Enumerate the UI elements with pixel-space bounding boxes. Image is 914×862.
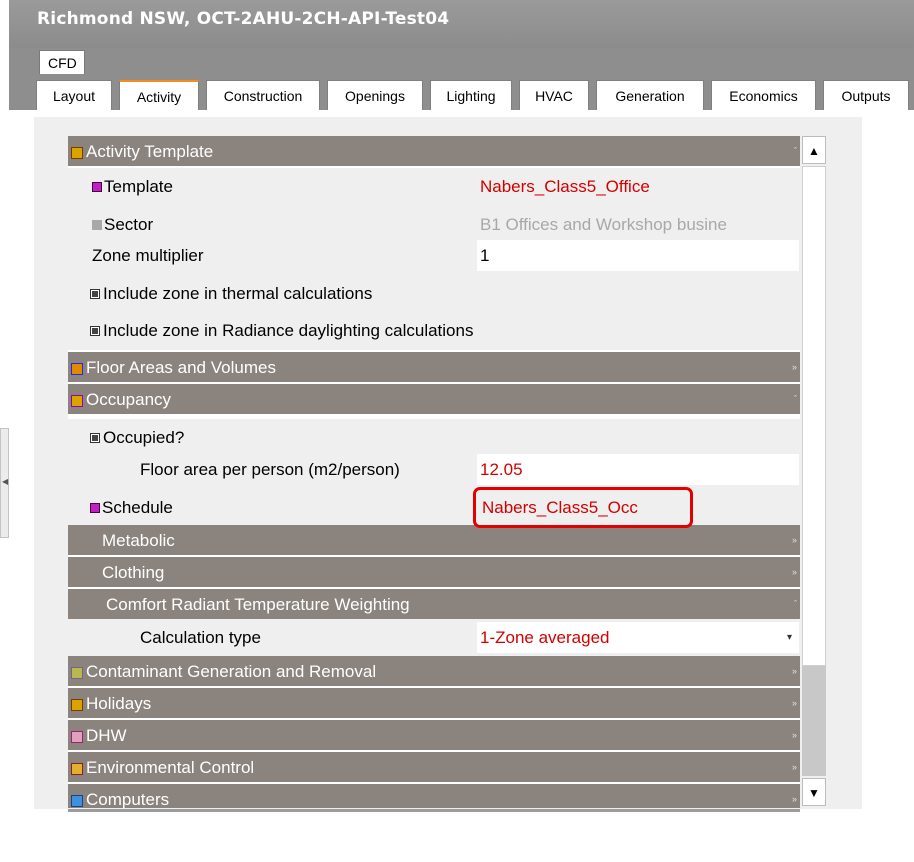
floor-area-per-person-row: Floor area per person (m2/person) 12.05 <box>68 451 800 489</box>
group-header-holidays[interactable]: Holidays » <box>68 688 800 719</box>
chevron-down-icon[interactable]: » <box>792 352 797 383</box>
group-header-label: Holidays <box>86 694 152 713</box>
group-header-computers[interactable]: Computers » <box>68 784 800 808</box>
tab-outputs[interactable]: Outputs <box>823 80 909 110</box>
calculation-type-label: Calculation type <box>140 628 261 647</box>
window-title: Richmond NSW, OCT-2AHU-2CH-API-Test04 <box>37 9 450 29</box>
zone-multiplier-row: Zone multiplier 1 <box>68 237 800 275</box>
include-thermal-label: Include zone in thermal calculations <box>103 284 373 303</box>
include-radiance-row: Include zone in Radiance daylighting cal… <box>68 312 800 350</box>
tab-layout[interactable]: Layout <box>36 80 112 110</box>
tab-economics[interactable]: Economics <box>711 80 816 110</box>
occupied-label: Occupied? <box>103 428 185 447</box>
vertical-scrollbar[interactable]: ▲ ▼ <box>800 136 828 808</box>
group-header-occupancy[interactable]: Occupancy ˆ <box>68 384 800 415</box>
calculation-type-value[interactable]: 1-Zone averaged <box>480 619 609 657</box>
calculation-type-row: Calculation type 1-Zone averaged ▾ <box>68 619 800 657</box>
chevron-down-icon[interactable]: » <box>792 720 797 751</box>
occupied-checkbox[interactable] <box>90 433 100 443</box>
group-header-contaminant[interactable]: Contaminant Generation and Removal » <box>68 656 800 687</box>
template-value[interactable]: Nabers_Class5_Office <box>480 168 650 206</box>
subgroup-label: Metabolic <box>102 531 175 550</box>
sector-icon <box>92 220 102 230</box>
group-header-label: Computers <box>86 790 170 808</box>
include-thermal-checkbox[interactable] <box>90 289 100 299</box>
zone-multiplier-field[interactable] <box>477 240 799 271</box>
floor-area-per-person-field[interactable] <box>477 454 799 485</box>
tab-cfd[interactable]: CFD <box>39 50 85 74</box>
subgroup-comfort-radiant[interactable]: Comfort Radiant Temperature Weighting ˆ <box>68 589 800 620</box>
group-header-label: Contaminant Generation and Removal <box>86 662 377 681</box>
scroll-down-arrow-icon[interactable]: ▼ <box>802 778 826 806</box>
group-icon <box>71 699 83 711</box>
chevron-left-icon: ◀ <box>2 477 9 486</box>
scroll-thumb[interactable] <box>802 166 826 666</box>
group-icon <box>71 395 83 407</box>
zone-multiplier-label: Zone multiplier <box>92 246 204 265</box>
template-row: Template Nabers_Class5_Office <box>68 168 800 206</box>
template-label: Template <box>104 177 173 196</box>
group-icon <box>71 147 83 159</box>
chevron-down-icon[interactable]: » <box>792 557 797 588</box>
group-header-label: DHW <box>86 726 127 745</box>
group-icon <box>71 763 83 775</box>
grid-bottom-border <box>68 809 800 812</box>
property-grid: Activity Template ˆ Template Nabers_Clas… <box>68 136 800 808</box>
group-header-label: Floor Areas and Volumes <box>86 358 276 377</box>
group-header-label: Activity Template <box>86 142 214 161</box>
chevron-down-icon[interactable]: » <box>792 752 797 783</box>
schedule-label: Schedule <box>102 498 173 517</box>
group-header-floor-areas[interactable]: Floor Areas and Volumes » <box>68 352 800 383</box>
chevron-up-icon[interactable]: ˆ <box>794 136 797 167</box>
scroll-up-arrow-icon[interactable]: ▲ <box>802 136 826 164</box>
chevron-down-icon[interactable]: » <box>792 656 797 687</box>
tab-construction[interactable]: Construction <box>206 80 320 110</box>
tab-lighting[interactable]: Lighting <box>430 80 512 110</box>
subgroup-clothing[interactable]: Clothing » <box>68 557 800 588</box>
include-radiance-checkbox[interactable] <box>90 326 100 336</box>
dropdown-arrow-icon[interactable]: ▾ <box>787 632 792 643</box>
subgroup-label: Clothing <box>102 563 165 582</box>
schedule-highlight-annotation <box>473 487 693 528</box>
group-header-dhw[interactable]: DHW » <box>68 720 800 751</box>
group-header-label: Environmental Control <box>86 758 255 777</box>
template-icon <box>92 182 102 192</box>
schedule-icon <box>90 503 100 513</box>
group-icon <box>71 363 83 375</box>
sector-label: Sector <box>104 215 154 234</box>
collapse-panel-handle[interactable]: ◀ <box>0 428 9 538</box>
chevron-down-icon[interactable]: » <box>792 784 797 808</box>
chevron-up-icon[interactable]: ˆ <box>794 384 797 415</box>
group-header-label: Occupancy <box>86 390 172 409</box>
zone-multiplier-value[interactable]: 1 <box>480 237 489 275</box>
floor-area-per-person-value[interactable]: 12.05 <box>480 451 523 489</box>
subgroup-metabolic[interactable]: Metabolic » <box>68 525 800 556</box>
include-radiance-label: Include zone in Radiance daylighting cal… <box>103 321 474 340</box>
group-header-activity-template[interactable]: Activity Template ˆ <box>68 136 800 167</box>
group-icon <box>71 795 83 807</box>
group-icon <box>71 731 83 743</box>
scroll-track[interactable] <box>802 666 826 776</box>
chevron-down-icon[interactable]: » <box>792 688 797 719</box>
tab-hvac[interactable]: HVAC <box>519 80 589 110</box>
tab-openings[interactable]: Openings <box>327 80 423 110</box>
group-header-environmental-control[interactable]: Environmental Control » <box>68 752 800 783</box>
subgroup-label: Comfort Radiant Temperature Weighting <box>106 595 410 614</box>
group-icon <box>71 667 83 679</box>
tab-activity[interactable]: Activity <box>119 80 199 110</box>
floor-area-per-person-label: Floor area per person (m2/person) <box>140 460 400 479</box>
tab-generation[interactable]: Generation <box>596 80 704 110</box>
include-thermal-row: Include zone in thermal calculations <box>68 275 800 313</box>
window-titlebar: Richmond NSW, OCT-2AHU-2CH-API-Test04 <box>9 0 914 48</box>
chevron-up-icon[interactable]: ˆ <box>794 589 797 620</box>
chevron-down-icon[interactable]: » <box>792 525 797 556</box>
